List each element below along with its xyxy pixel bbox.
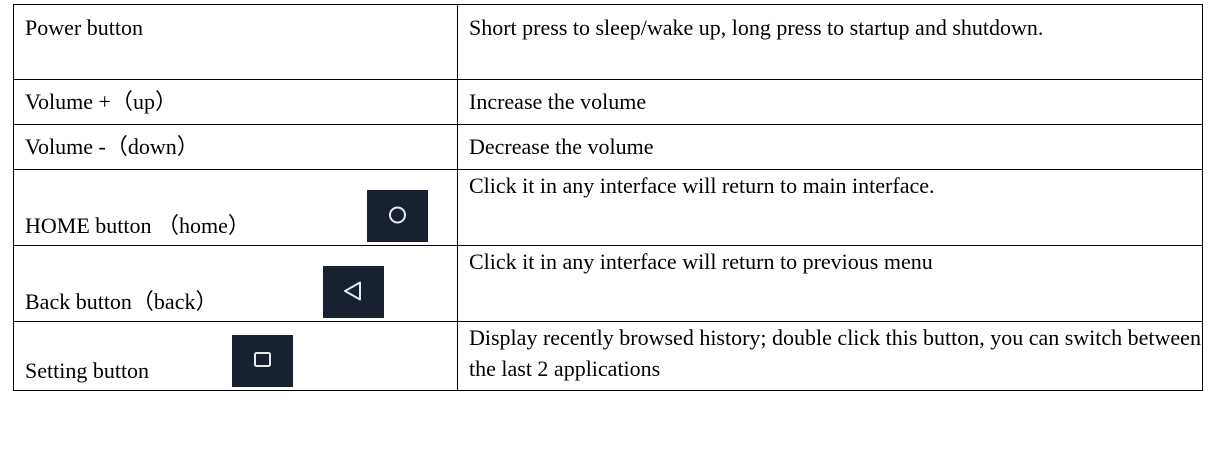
- button-description-home: Click it in any interface will return to…: [457, 169, 1203, 246]
- button-name-back: Back button（back）: [25, 289, 218, 314]
- button-description-volume-down: Decrease the volume: [457, 124, 1203, 170]
- button-description-power: Short press to sleep/wake up, long press…: [457, 4, 1203, 80]
- table-row-home: HOME button （home） Click it in any inter…: [13, 169, 1203, 246]
- button-description-volume-up: Increase the volume: [457, 79, 1203, 125]
- button-function-table: Power button Short press to sleep/wake u…: [13, 4, 1203, 391]
- button-description-back: Click it in any interface will return to…: [457, 245, 1203, 322]
- button-name-cell-back: Back button（back）: [13, 245, 458, 322]
- button-name-setting: Setting button: [25, 358, 150, 383]
- table-row-back: Back button（back） Click it in any interf…: [13, 245, 1203, 322]
- button-name-power: Power button: [13, 4, 458, 80]
- button-description-setting: Display recently browsed history; double…: [457, 321, 1203, 391]
- home-circle-icon: [367, 190, 428, 242]
- button-name-volume-up: Volume +（up）: [13, 79, 458, 125]
- table-row-setting: Setting button Display recently browsed …: [13, 321, 1203, 391]
- table-row-power: Power button Short press to sleep/wake u…: [13, 4, 1203, 80]
- table-row-volume-down: Volume -（down） Decrease the volume: [13, 124, 1203, 170]
- button-name-cell-setting: Setting button: [13, 321, 458, 391]
- table-row-volume-up: Volume +（up） Increase the volume: [13, 79, 1203, 125]
- button-name-home: HOME button （home）: [25, 213, 250, 238]
- back-triangle-icon: [323, 266, 384, 318]
- button-name-cell-home: HOME button （home）: [13, 169, 458, 246]
- recent-square-icon: [232, 335, 293, 387]
- button-name-volume-down: Volume -（down）: [13, 124, 458, 170]
